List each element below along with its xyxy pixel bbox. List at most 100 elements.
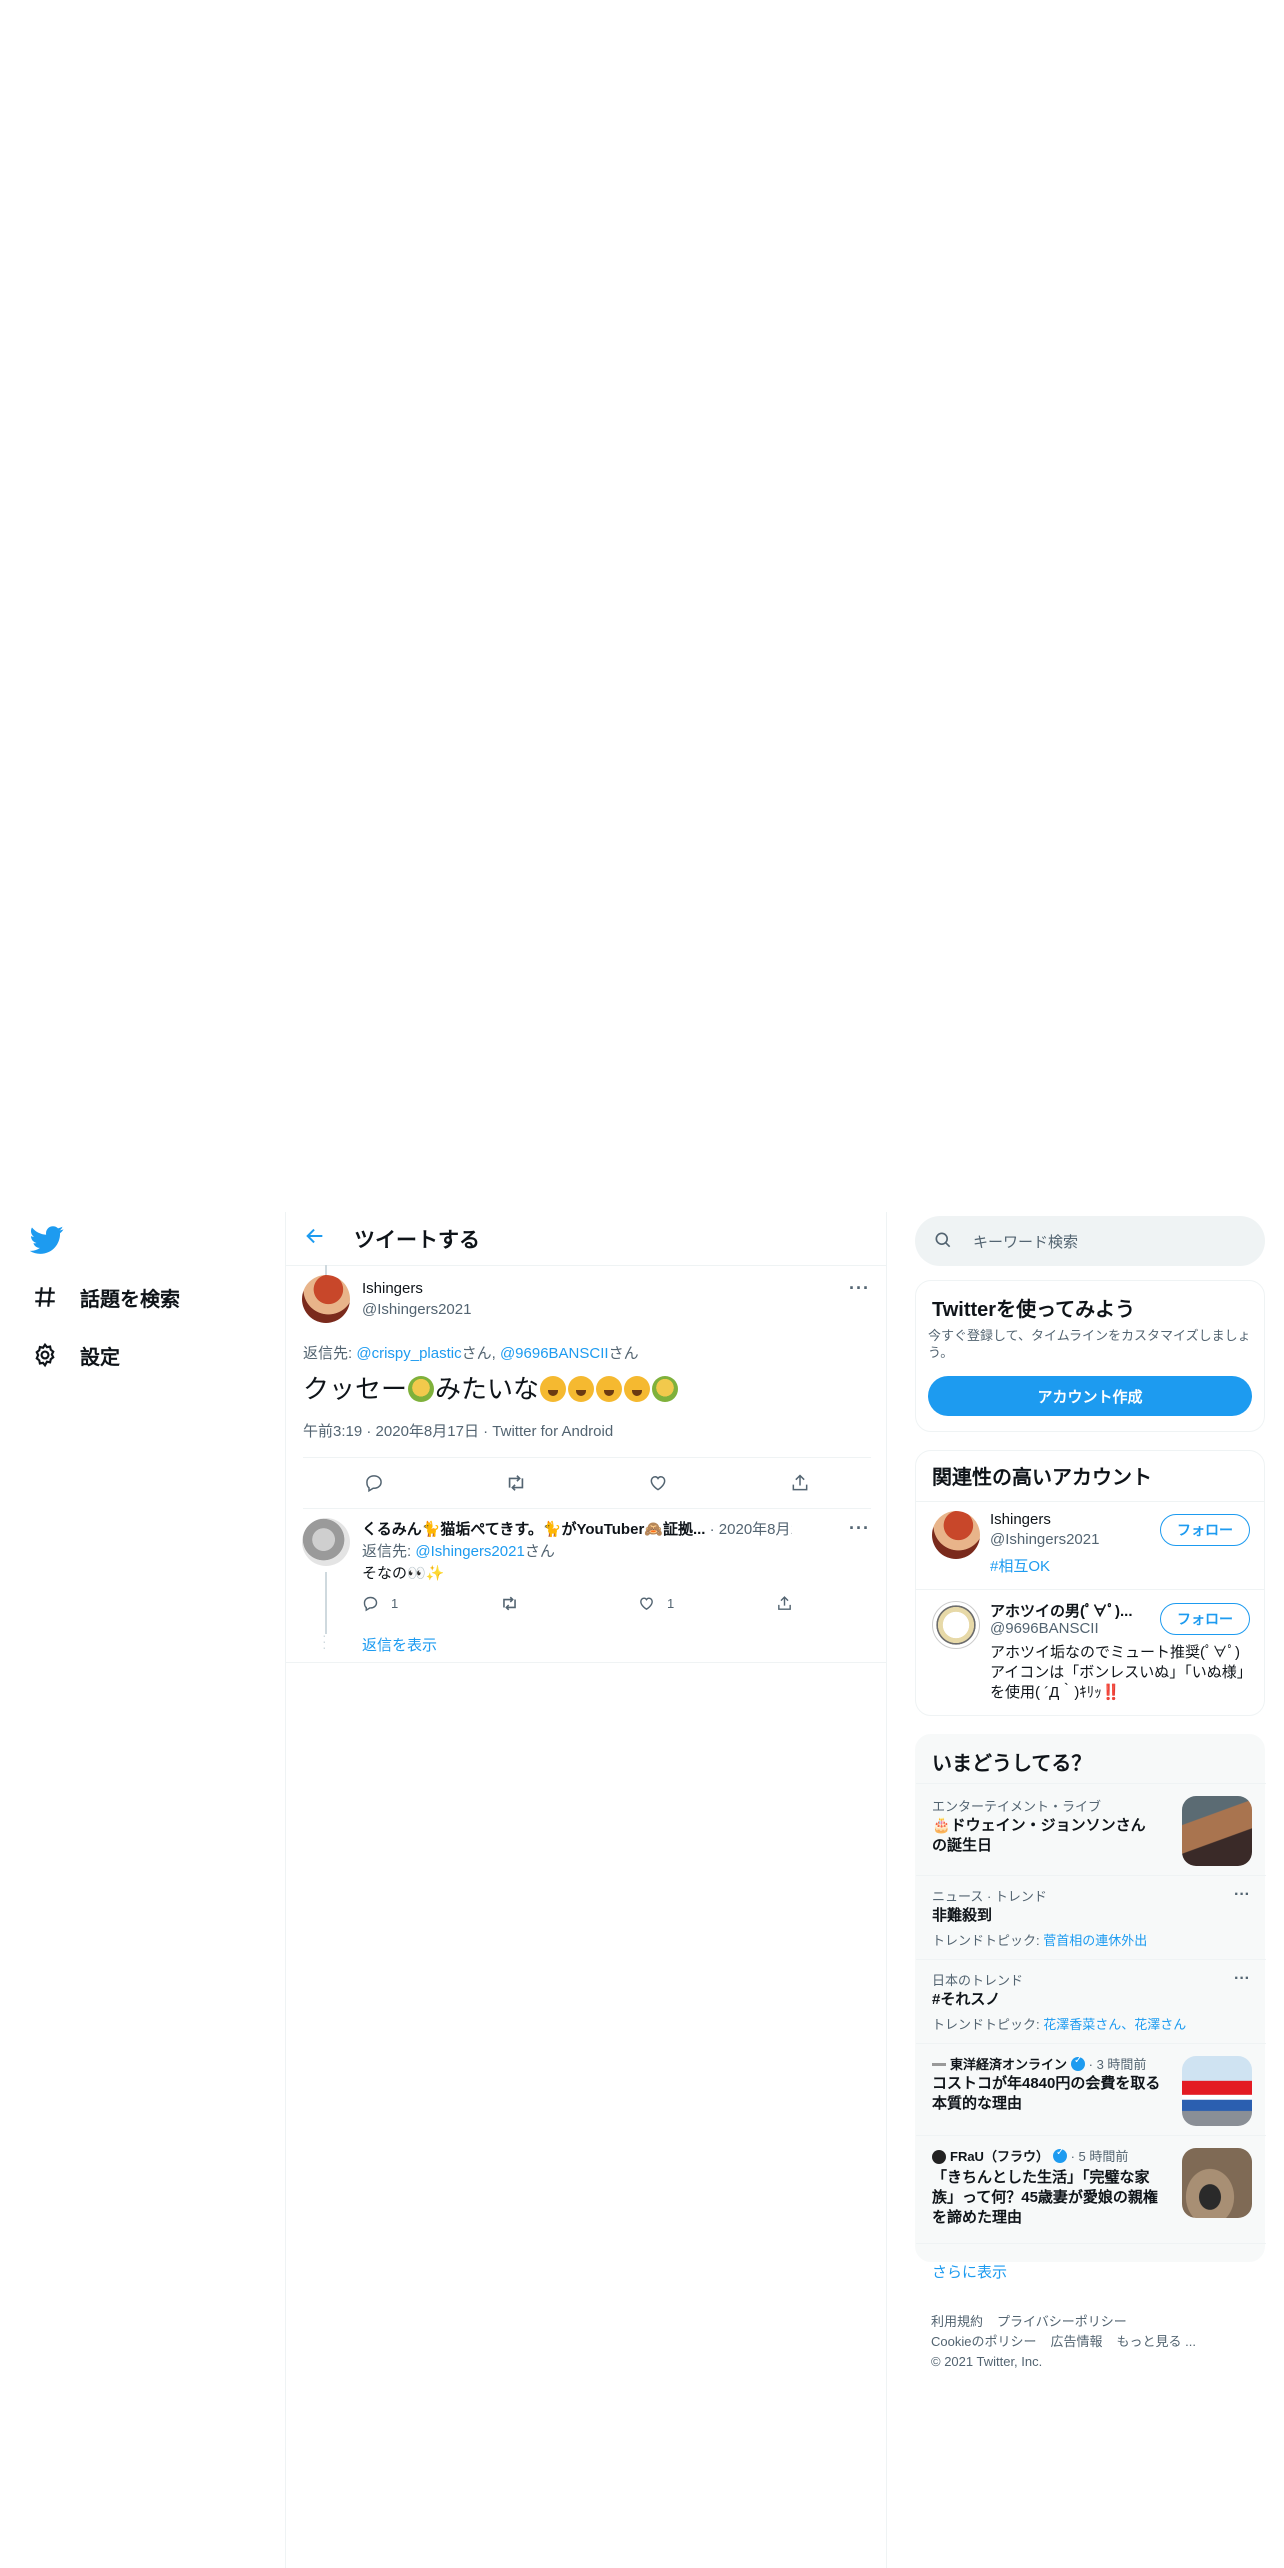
share-icon bbox=[778, 1596, 791, 1610]
trend-title: 非難殺到 bbox=[932, 1907, 993, 1924]
news-title: 「きちんとした生活」「完璧な家族」って何？45歳妻が愛娘の親権を諦めた理由 bbox=[932, 2169, 1158, 2226]
trend-category: ニュース · トレンド bbox=[932, 1889, 1047, 1904]
account-handle[interactable]: @9696BANSCII bbox=[990, 1620, 1099, 1637]
divider bbox=[286, 1662, 886, 1663]
reply-count: 1 bbox=[391, 1596, 399, 1611]
more-options-icon[interactable]: ··· bbox=[849, 1278, 870, 1299]
tweet-date[interactable]: 2020年8月17日 bbox=[376, 1423, 479, 1440]
footer-link[interactable]: もっと見る ... bbox=[1116, 2334, 1195, 2349]
author-handle[interactable]: @Ishingers2021 bbox=[362, 1301, 471, 1318]
nav-explore-label: 話題を検索 bbox=[80, 1288, 180, 1311]
arrow-left-icon bbox=[304, 1225, 326, 1252]
tweet-time[interactable]: 午前3:19 bbox=[303, 1423, 362, 1440]
create-account-button[interactable]: アカウント作成 bbox=[928, 1376, 1252, 1416]
author-name[interactable]: Ishingers bbox=[362, 1280, 423, 1297]
footer-link[interactable]: 広告情報 bbox=[1050, 2334, 1102, 2349]
tweet-date[interactable]: · 2020年8月17日 bbox=[710, 1521, 792, 1538]
signup-title: Twitterを使ってみよう bbox=[932, 1299, 1136, 1321]
reply-button[interactable] bbox=[357, 1466, 391, 1500]
more-options-icon[interactable]: ··· bbox=[1234, 1886, 1250, 1904]
account-handle[interactable]: @Ishingers2021 bbox=[990, 1531, 1099, 1548]
like-button[interactable] bbox=[641, 1466, 675, 1500]
trend-item[interactable]: 日本のトレンド #それスノ トレンドトピック: 花澤香菜さん、花澤さん ··· bbox=[916, 1959, 1266, 2043]
signup-description: 今すぐ登録して、タイムラインをカスタマイズしましょう。 bbox=[928, 1328, 1251, 1360]
news-title: コストコが年4840円の会費を取る本質的な理由 bbox=[932, 2075, 1161, 2112]
trends-card: いまどうしてる？ エンターテイメント・ライブ 🎂ドウェイン・ジョンソンさんの誕生… bbox=[915, 1734, 1266, 2281]
news-item[interactable]: 東洋経済オンライン · 3 時間前 コストコが年4840円の会費を取る本質的な理… bbox=[916, 2043, 1266, 2135]
avatar[interactable] bbox=[932, 1511, 980, 1559]
more-options-icon[interactable]: ··· bbox=[849, 1518, 870, 1539]
retweet-button[interactable] bbox=[499, 1466, 533, 1500]
tweet-text: クッセー みたいな bbox=[303, 1372, 679, 1406]
related-accounts-card: 関連性の高いアカウント Ishingers @Ishingers2021 #相互… bbox=[915, 1450, 1265, 1716]
reply-header: くるみん🐈猫垢ぺてきす。🐈がYouTuber🙈証拠... · 2020年8月17… bbox=[362, 1518, 792, 1539]
show-more-link[interactable]: さらに表示 bbox=[932, 2261, 1007, 2282]
news-time: · 5 時間前 bbox=[1070, 2149, 1129, 2164]
avatar[interactable] bbox=[302, 1518, 350, 1566]
back-button[interactable] bbox=[298, 1222, 332, 1256]
nauseated-face-icon bbox=[652, 1376, 679, 1402]
trend-thumbnail bbox=[1182, 1796, 1252, 1866]
trend-topic-link[interactable]: 花澤香菜さん、花澤さん bbox=[1043, 2017, 1186, 2032]
reply-to-suffix: さん, bbox=[461, 1345, 500, 1362]
reply-to-link[interactable]: @Ishingers2021 bbox=[415, 1543, 524, 1560]
follow-button[interactable]: フォロー bbox=[1160, 1514, 1250, 1546]
reply-to-link[interactable]: @crispy_plastic bbox=[356, 1345, 461, 1362]
publisher-logo-icon bbox=[932, 2150, 946, 2164]
heart-icon bbox=[650, 1475, 666, 1491]
reply-to-suffix: さん bbox=[524, 1543, 555, 1560]
share-button[interactable] bbox=[783, 1466, 817, 1500]
author-name[interactable]: くるみん🐈猫垢ぺてきす。🐈がYouTuber🙈証拠... bbox=[362, 1521, 705, 1538]
avatar[interactable] bbox=[302, 1275, 350, 1323]
thread-connector bbox=[325, 1572, 327, 1634]
retweet-button[interactable] bbox=[500, 1594, 638, 1613]
like-button[interactable]: 1 bbox=[638, 1595, 776, 1612]
footer-link[interactable]: プライバシーポリシー bbox=[997, 2314, 1127, 2329]
footer-link[interactable]: Cookieのポリシー bbox=[931, 2334, 1036, 2349]
account-bio[interactable]: #相互OK bbox=[990, 1555, 1050, 1576]
account-name[interactable]: アホツイの男(ﾟ∀ﾟ)... bbox=[990, 1600, 1133, 1621]
reply-to-prefix: 返信先: bbox=[303, 1345, 357, 1362]
more-options-icon[interactable]: ··· bbox=[1234, 1970, 1250, 1988]
trend-category: 日本のトレンド bbox=[932, 1973, 1024, 1988]
heart-icon bbox=[640, 1597, 653, 1610]
trend-subtitle: トレンドトピック: 花澤香菜さん、花澤さん bbox=[932, 2014, 1186, 2033]
verified-badge-icon bbox=[1071, 2055, 1086, 2071]
divider bbox=[916, 2243, 1266, 2244]
avatar[interactable] bbox=[932, 1601, 980, 1649]
trend-item[interactable]: ニュース · トレンド 非難殺到 トレンドトピック: 菅首相の連休外出 ··· bbox=[916, 1875, 1266, 1959]
trend-item[interactable]: エンターテイメント・ライブ 🎂ドウェイン・ジョンソンさんの誕生日 bbox=[916, 1783, 1266, 1875]
reply-button[interactable]: 1 bbox=[362, 1595, 500, 1612]
copyright: © 2021 Twitter, Inc. bbox=[931, 2354, 1043, 2369]
share-icon bbox=[792, 1474, 808, 1491]
share-button[interactable] bbox=[776, 1595, 914, 1612]
nav-explore[interactable]: 話題を検索 bbox=[30, 1277, 180, 1317]
account-bio: アホツイ垢なのでミュート推奨(ﾟ∀ﾟ) アイコンは「ボンレスいぬ」「いぬ様」を使… bbox=[990, 1644, 1245, 1701]
divider bbox=[916, 1501, 1264, 1502]
tweet-action-bar bbox=[303, 1457, 871, 1509]
reply-to-link[interactable]: @9696BANSCII bbox=[500, 1345, 609, 1362]
search-placeholder: キーワード検索 bbox=[973, 1233, 1079, 1251]
tweet-text: そなの👀✨ bbox=[362, 1565, 445, 1582]
news-source-line: FRaU（フラウ） · 5 時間前 bbox=[932, 2146, 1128, 2165]
footer: 利用規約 プライバシーポリシー Cookieのポリシー 広告情報 もっと見る ... … bbox=[931, 2312, 1210, 2372]
reply-to-line: 返信先: @crispy_plasticさん, @9696BANSCIIさん bbox=[303, 1342, 639, 1363]
footer-link[interactable]: 利用規約 bbox=[931, 2314, 983, 2329]
twitter-logo-icon[interactable] bbox=[29, 1222, 64, 1256]
tired-face-icon bbox=[596, 1376, 623, 1402]
news-thumbnail bbox=[1182, 2056, 1252, 2126]
trend-category: エンターテイメント・ライブ bbox=[932, 1799, 1102, 1814]
nav-settings[interactable]: 設定 bbox=[30, 1335, 120, 1375]
account-name[interactable]: Ishingers bbox=[990, 1511, 1051, 1528]
nauseated-face-icon bbox=[408, 1376, 435, 1402]
tweet-source[interactable]: Twitter for Android bbox=[492, 1423, 613, 1440]
news-item[interactable]: FRaU（フラウ） · 5 時間前 「きちんとした生活」「完璧な家族」って何？4… bbox=[916, 2135, 1266, 2245]
search-input[interactable]: キーワード検索 bbox=[915, 1216, 1265, 1266]
news-source-line: 東洋経済オンライン · 3 時間前 bbox=[932, 2054, 1146, 2073]
follow-button[interactable]: フォロー bbox=[1160, 1603, 1250, 1635]
hashtag-icon bbox=[30, 1282, 60, 1312]
footer-row: 利用規約 プライバシーポリシー bbox=[931, 2312, 1210, 2332]
main-column: ツイートする Ishingers @Ishingers2021 ··· 返信先:… bbox=[285, 1212, 887, 2568]
show-replies-link[interactable]: 返信を表示 bbox=[362, 1634, 437, 1655]
trend-topic-link[interactable]: 菅首相の連休外出 bbox=[1043, 1933, 1147, 1948]
